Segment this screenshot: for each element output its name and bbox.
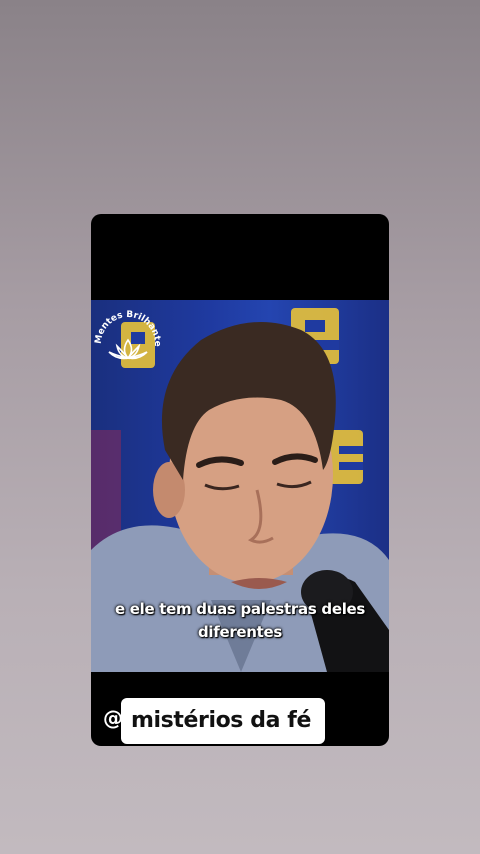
subtitle-line-2: diferentes <box>197 623 283 641</box>
watermark-logo: Mentes Brilhantes <box>91 300 162 360</box>
video-card[interactable]: Mentes Brilhantes e ele tem duas palestr… <box>91 214 389 746</box>
watermark-text: Mentes Brilhantes <box>91 300 162 347</box>
lotus-icon <box>108 338 148 360</box>
at-symbol: @ <box>103 706 123 730</box>
channel-handle[interactable]: mistérios da fé <box>121 698 326 744</box>
subtitle-line-1: e ele tem duas palestras deles <box>114 600 366 618</box>
channel-bar: @ mistérios da fé <box>91 698 389 744</box>
svg-text:Mentes Brilhantes: Mentes Brilhantes <box>91 300 162 347</box>
